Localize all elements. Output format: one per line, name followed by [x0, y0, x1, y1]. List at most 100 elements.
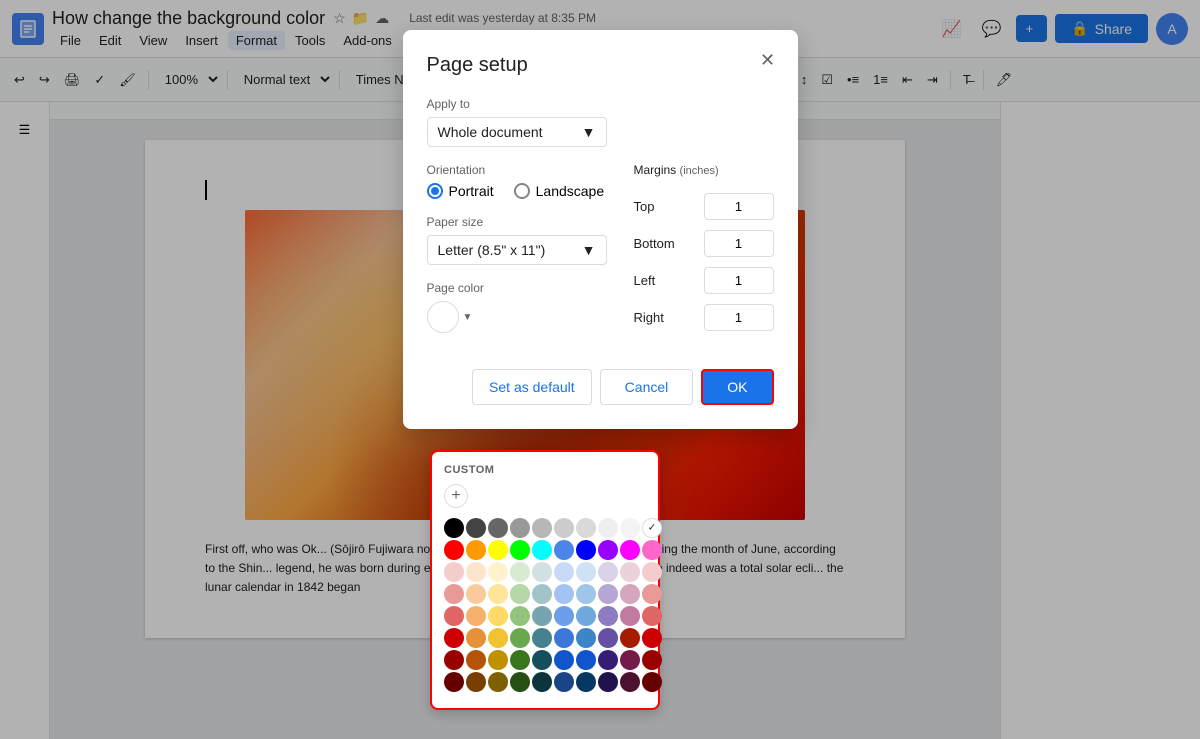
color-dot[interactable]: [598, 672, 618, 692]
color-dot[interactable]: [532, 606, 552, 626]
color-dot[interactable]: [598, 606, 618, 626]
color-dot[interactable]: [532, 650, 552, 670]
color-dot[interactable]: [620, 606, 640, 626]
color-dot[interactable]: [444, 628, 464, 648]
color-dot[interactable]: [642, 584, 662, 604]
color-dot[interactable]: [642, 562, 662, 582]
color-dot[interactable]: [488, 606, 508, 626]
color-dot[interactable]: [466, 584, 486, 604]
color-swatch-chevron-icon: ▼: [463, 312, 473, 323]
color-dot[interactable]: [444, 650, 464, 670]
apply-to-dropdown[interactable]: Whole document ▼: [427, 117, 607, 147]
margin-right-row: Right: [634, 304, 774, 331]
margin-left-label: Left: [634, 273, 684, 288]
color-dot[interactable]: [598, 584, 618, 604]
color-dot[interactable]: [554, 606, 574, 626]
color-dot[interactable]: [466, 606, 486, 626]
color-dot[interactable]: [510, 650, 530, 670]
color-dot[interactable]: [488, 518, 508, 538]
color-dot[interactable]: [620, 650, 640, 670]
color-dot[interactable]: [488, 562, 508, 582]
color-dot[interactable]: [488, 650, 508, 670]
cancel-button[interactable]: Cancel: [600, 369, 694, 405]
color-dot[interactable]: [642, 672, 662, 692]
color-dot[interactable]: [532, 518, 552, 538]
add-custom-color-button[interactable]: +: [444, 484, 468, 508]
color-dot[interactable]: [576, 672, 596, 692]
color-dot[interactable]: [620, 584, 640, 604]
color-dot[interactable]: [576, 540, 596, 560]
color-dot[interactable]: [510, 606, 530, 626]
color-dot[interactable]: [444, 584, 464, 604]
color-dot[interactable]: [466, 518, 486, 538]
set-default-button[interactable]: Set as default: [472, 369, 592, 405]
color-dot[interactable]: [466, 540, 486, 560]
color-dot[interactable]: [576, 628, 596, 648]
color-dot[interactable]: [488, 540, 508, 560]
dialog-close-button[interactable]: ✕: [754, 46, 782, 74]
color-dot[interactable]: [466, 650, 486, 670]
landscape-option[interactable]: Landscape: [514, 183, 605, 199]
portrait-option[interactable]: Portrait: [427, 183, 494, 199]
margin-bottom-input[interactable]: [704, 230, 774, 257]
color-dot[interactable]: [466, 628, 486, 648]
color-dot[interactable]: [510, 628, 530, 648]
color-dot[interactable]: [532, 540, 552, 560]
color-dot[interactable]: [532, 628, 552, 648]
color-dot[interactable]: [598, 628, 618, 648]
color-dot[interactable]: [598, 650, 618, 670]
color-dot[interactable]: [576, 518, 596, 538]
paper-size-dropdown[interactable]: Letter (8.5" x 11") ▼: [427, 235, 607, 265]
color-dot[interactable]: [466, 672, 486, 692]
color-dot[interactable]: [554, 672, 574, 692]
color-dot[interactable]: [620, 672, 640, 692]
color-dot[interactable]: [532, 584, 552, 604]
color-dot[interactable]: [510, 584, 530, 604]
margin-top-input[interactable]: [704, 193, 774, 220]
color-dot[interactable]: [642, 650, 662, 670]
color-dot[interactable]: [598, 540, 618, 560]
color-dot[interactable]: [444, 672, 464, 692]
color-dot[interactable]: [554, 628, 574, 648]
color-dot[interactable]: [488, 672, 508, 692]
color-dot[interactable]: [510, 518, 530, 538]
color-dot[interactable]: [444, 562, 464, 582]
ok-button[interactable]: OK: [701, 369, 773, 405]
color-dot[interactable]: [510, 562, 530, 582]
margin-left-input[interactable]: [704, 267, 774, 294]
color-dot[interactable]: [620, 562, 640, 582]
color-dot[interactable]: [510, 540, 530, 560]
landscape-label: Landscape: [536, 183, 605, 199]
color-dot[interactable]: [620, 628, 640, 648]
color-dot[interactable]: [488, 584, 508, 604]
color-dot[interactable]: [554, 584, 574, 604]
color-dot[interactable]: [510, 672, 530, 692]
color-dot[interactable]: [554, 562, 574, 582]
color-dot[interactable]: [642, 628, 662, 648]
landscape-radio[interactable]: [514, 183, 530, 199]
color-dot[interactable]: [598, 562, 618, 582]
color-dot[interactable]: [554, 540, 574, 560]
color-dot[interactable]: [598, 518, 618, 538]
color-dot[interactable]: [554, 650, 574, 670]
color-dot[interactable]: [444, 540, 464, 560]
page-color-button[interactable]: ▼: [427, 301, 473, 333]
color-dot[interactable]: [576, 606, 596, 626]
color-dot[interactable]: [576, 584, 596, 604]
color-dot[interactable]: [488, 628, 508, 648]
color-dot[interactable]: [532, 562, 552, 582]
color-dot[interactable]: [620, 518, 640, 538]
color-dot[interactable]: [576, 650, 596, 670]
color-dot[interactable]: [576, 562, 596, 582]
color-dot[interactable]: [444, 518, 464, 538]
color-dot[interactable]: [620, 540, 640, 560]
color-dot[interactable]: [532, 672, 552, 692]
color-dot[interactable]: [466, 562, 486, 582]
portrait-radio[interactable]: [427, 183, 443, 199]
color-dot[interactable]: [554, 518, 574, 538]
color-dot[interactable]: [642, 606, 662, 626]
margin-right-input[interactable]: [704, 304, 774, 331]
color-dot[interactable]: [444, 606, 464, 626]
color-dot[interactable]: [642, 540, 662, 560]
color-dot[interactable]: [642, 518, 662, 538]
